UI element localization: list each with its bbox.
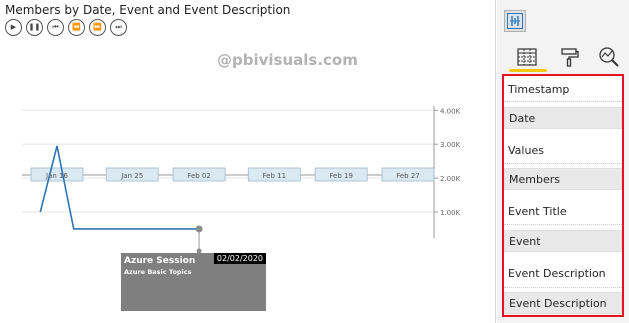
x-tick-label: Feb 11	[263, 172, 287, 180]
tooltip-title: Azure Session	[124, 256, 196, 266]
analytics-icon	[599, 47, 619, 67]
field-wells: Timestamp Date Values Members Event Titl…	[502, 74, 624, 317]
y-tick-label: 1.00K	[440, 209, 461, 217]
well-field-date[interactable]: Date	[504, 107, 622, 129]
well-label-timestamp: Timestamp	[504, 78, 622, 102]
analytics-tab[interactable]	[594, 42, 624, 72]
highlight-point[interactable]	[195, 225, 203, 233]
fields-icon	[517, 48, 537, 66]
well-label-values: Values	[504, 138, 622, 164]
y-tick-label: 3.00K	[440, 141, 461, 149]
timeline-visual[interactable]: Members by Date, Event and Event Descrip…	[0, 0, 496, 323]
custom-visual-icon	[507, 13, 523, 29]
well-field-event[interactable]: Event	[504, 230, 622, 252]
x-tick-label: Jan 25	[120, 172, 143, 180]
visualizations-pane: Timestamp Date Values Members Event Titl…	[497, 0, 629, 323]
fields-tab[interactable]	[512, 42, 542, 72]
well-field-members[interactable]: Members	[504, 168, 622, 190]
event-tooltip: Azure Session Azure Basic Topics 02/02/2…	[121, 253, 266, 311]
tooltip-subtitle: Azure Basic Topics	[124, 268, 192, 276]
x-tick-label: Feb 27	[396, 172, 420, 180]
format-tab[interactable]	[554, 42, 584, 72]
pane-tabs	[507, 42, 625, 72]
series-line	[39, 145, 200, 230]
well-field-event-description[interactable]: Event Description	[504, 292, 622, 314]
power-bi-report: Members by Date, Event and Event Descrip…	[0, 0, 629, 323]
paint-roller-icon	[561, 48, 579, 67]
x-tick-label: Feb 02	[187, 172, 211, 180]
well-label-event-title: Event Title	[504, 199, 622, 225]
y-tick-label: 4.00K	[440, 107, 461, 115]
active-tab-indicator	[509, 69, 547, 72]
custom-visual-button[interactable]	[504, 10, 526, 32]
x-tick-label: Feb 19	[329, 172, 353, 180]
well-label-event-description: Event Description	[504, 260, 622, 288]
y-tick-label: 2.00K	[440, 175, 461, 183]
tooltip-date: 02/02/2020	[213, 253, 266, 264]
